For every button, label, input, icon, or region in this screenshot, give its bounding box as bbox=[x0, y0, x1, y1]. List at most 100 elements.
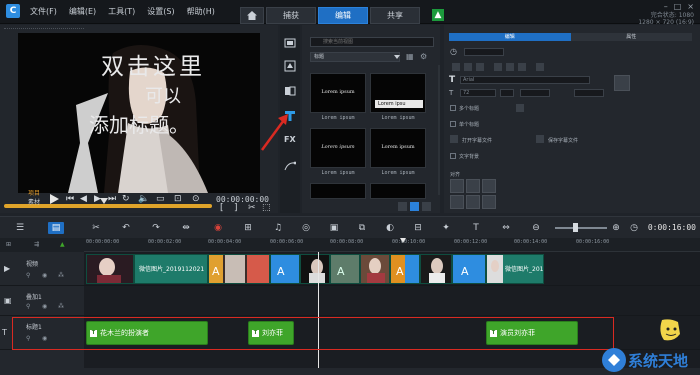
overlay-track[interactable] bbox=[84, 286, 700, 316]
volume-icon[interactable]: 🔈 bbox=[138, 194, 149, 204]
add-track-icon[interactable]: ⊞ bbox=[6, 241, 11, 248]
bold-icon[interactable] bbox=[452, 63, 460, 71]
ripple-edit-icon[interactable]: ⇶ bbox=[34, 241, 39, 248]
library-search-input[interactable] bbox=[310, 37, 434, 47]
add-folder-icon[interactable]: ▦ bbox=[406, 52, 414, 61]
tab-options-attribute[interactable]: 属性 bbox=[570, 33, 692, 41]
storyboard-view-icon[interactable]: ☰ bbox=[14, 222, 26, 234]
home-start-icon[interactable]: ⏮ bbox=[66, 194, 74, 204]
save-subtitle-icon[interactable] bbox=[536, 135, 544, 143]
transition-clip[interactable]: A bbox=[390, 254, 420, 284]
subtitle-editor-icon[interactable]: ▣ bbox=[328, 222, 340, 234]
prev-frame-icon[interactable]: ◀ bbox=[80, 194, 87, 204]
zoom-out-icon[interactable]: ⊖ bbox=[530, 222, 542, 234]
visibility-icon[interactable]: ◉ bbox=[42, 303, 47, 310]
player-timecode[interactable]: 00:00:00:00 bbox=[216, 195, 269, 204]
text-background-checkbox[interactable] bbox=[450, 153, 456, 159]
open-subtitle-icon[interactable] bbox=[450, 135, 458, 143]
rotation-field[interactable] bbox=[520, 89, 550, 97]
title-thumb[interactable]: Lorem ipsum bbox=[310, 128, 366, 168]
upload-arrow-icon[interactable]: ▲ bbox=[432, 9, 444, 21]
maximize-icon[interactable]: □ bbox=[674, 2, 682, 11]
tab-options-edit[interactable]: 编辑 bbox=[449, 33, 571, 41]
lock-icon[interactable]: ⚲ bbox=[26, 303, 30, 310]
align-grid[interactable] bbox=[466, 195, 480, 209]
zoom-slider[interactable] bbox=[555, 227, 607, 229]
align-right-icon[interactable] bbox=[518, 63, 526, 71]
path-icon[interactable] bbox=[284, 160, 296, 172]
undo-icon[interactable]: ↶ bbox=[120, 222, 132, 234]
resize-icon[interactable] bbox=[422, 202, 431, 211]
font-select[interactable]: Arial bbox=[460, 76, 590, 84]
title-overlay[interactable]: 双击这里 可以 添加标题。 bbox=[88, 53, 218, 140]
video-track[interactable]: 微信图片_2019112021 A A A A A 微信图片_201 bbox=[84, 252, 700, 286]
scrubber-handle[interactable] bbox=[100, 198, 108, 204]
transition-clip[interactable]: A bbox=[208, 254, 270, 284]
enlarge-icon[interactable]: ⬚ bbox=[262, 203, 271, 213]
hd-preview-icon[interactable]: ▭ bbox=[156, 194, 165, 204]
title-thumb[interactable]: Lorem ipsum bbox=[370, 128, 426, 168]
chevron-up-icon[interactable]: ▲ bbox=[60, 241, 65, 248]
video-clip[interactable]: 微信图片_2019112021 bbox=[134, 254, 208, 284]
angle-field[interactable] bbox=[574, 89, 604, 97]
save-subtitle-label[interactable]: 保存字幕文件 bbox=[548, 137, 578, 144]
chevron-down-icon[interactable] bbox=[394, 55, 400, 59]
motion-track-icon[interactable]: ◎ bbox=[300, 222, 312, 234]
text-background-icon[interactable] bbox=[516, 104, 524, 112]
ripple-icon[interactable]: ⁂ bbox=[58, 303, 64, 310]
title-thumb[interactable] bbox=[310, 183, 366, 199]
media-icon[interactable] bbox=[284, 37, 296, 49]
visibility-icon[interactable]: ◉ bbox=[42, 272, 47, 279]
record-icon[interactable]: ◉ bbox=[212, 222, 224, 234]
repeat-icon[interactable]: ↻ bbox=[122, 194, 130, 204]
redo-icon[interactable]: ↷ bbox=[150, 222, 162, 234]
tab-edit[interactable]: 编辑 bbox=[318, 7, 368, 24]
direction-icon[interactable] bbox=[536, 63, 544, 71]
zoom-slider-handle[interactable] bbox=[573, 223, 578, 232]
playhead-marker[interactable] bbox=[400, 238, 406, 243]
mask-icon[interactable]: ◐ bbox=[384, 222, 396, 234]
library-filter-select[interactable]: 标题 bbox=[310, 52, 400, 62]
menu-settings[interactable]: 设置(S) bbox=[147, 6, 174, 17]
transition-clip[interactable]: A bbox=[330, 254, 360, 284]
fx-timeline-icon[interactable]: ✦ bbox=[440, 222, 452, 234]
single-title-checkbox[interactable] bbox=[450, 121, 456, 127]
timeline-scrollbar[interactable] bbox=[0, 368, 700, 375]
title-thumb[interactable]: Lorem ipsu bbox=[370, 73, 426, 113]
underline-icon[interactable] bbox=[476, 63, 484, 71]
video-clip[interactable] bbox=[86, 254, 134, 284]
close-icon[interactable]: × bbox=[687, 2, 694, 11]
video-clip[interactable] bbox=[360, 254, 390, 284]
playhead-line[interactable] bbox=[318, 252, 319, 370]
minimize-icon[interactable]: – bbox=[664, 2, 668, 11]
home-tab[interactable] bbox=[240, 7, 264, 24]
menu-edit[interactable]: 编辑(E) bbox=[69, 6, 96, 17]
font-color-swatch[interactable] bbox=[614, 75, 630, 91]
menu-file[interactable]: 文件(F) bbox=[30, 6, 57, 17]
video-clip[interactable]: 微信图片_201 bbox=[486, 254, 544, 284]
mark-in-icon[interactable]: [ bbox=[220, 203, 224, 213]
duration-field[interactable] bbox=[464, 48, 504, 56]
transition-icon[interactable] bbox=[284, 85, 296, 97]
tab-capture[interactable]: 捕获 bbox=[266, 7, 316, 24]
timeline-view-icon[interactable]: ▤ bbox=[48, 222, 64, 234]
menu-tools[interactable]: 工具(T) bbox=[108, 6, 135, 17]
title-thumb[interactable]: Lorem ipsum bbox=[310, 73, 366, 113]
mark-out-icon[interactable]: ] bbox=[234, 203, 238, 213]
list-view-icon[interactable] bbox=[398, 202, 407, 211]
tools-icon[interactable]: ✂ bbox=[90, 222, 102, 234]
video-clip[interactable] bbox=[420, 254, 452, 284]
split-clip-icon[interactable]: ✂ bbox=[248, 203, 256, 213]
clip-mode[interactable]: 素材 bbox=[28, 198, 40, 207]
snapshot-icon[interactable]: ⊙ bbox=[192, 194, 200, 204]
align-grid[interactable] bbox=[466, 179, 480, 193]
zoom-in-icon[interactable]: ⊕ bbox=[610, 222, 622, 234]
ripple-icon[interactable]: ⁂ bbox=[58, 272, 64, 279]
library-scrollbar[interactable] bbox=[438, 65, 440, 195]
timeline-timecode[interactable]: 0:00:16:00 bbox=[648, 223, 696, 232]
multicam-icon[interactable]: ⧉ bbox=[356, 222, 368, 234]
font-size-field[interactable]: 72 bbox=[460, 89, 496, 97]
timeline-ruler[interactable]: 00:00:00:00 00:00:02:00 00:00:04:00 00:0… bbox=[84, 238, 700, 252]
play-icon[interactable] bbox=[48, 193, 60, 205]
title-track-icon[interactable]: T bbox=[470, 222, 482, 234]
